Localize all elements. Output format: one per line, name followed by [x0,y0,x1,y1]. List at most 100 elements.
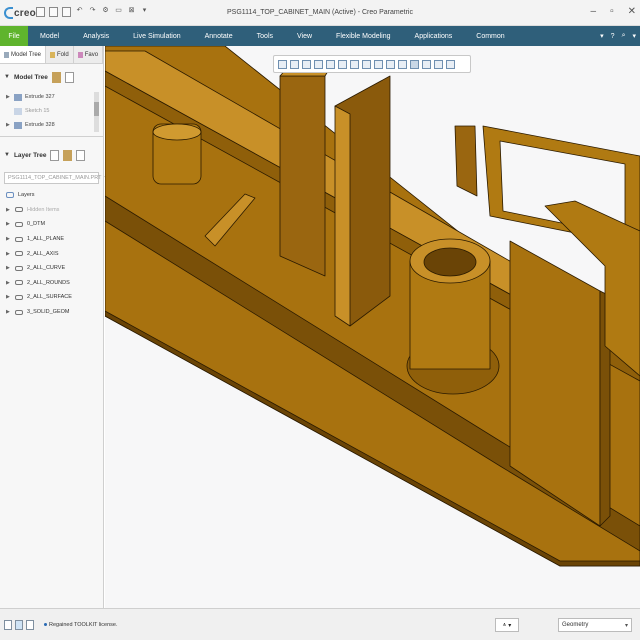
layer-icon [15,280,23,286]
regenerate-view-icon[interactable] [446,59,455,69]
model-tree-list: ▶ Extrude 327 Sketch 15 ▶ Extrude 328 [0,90,103,136]
tab-flexible-modeling[interactable]: Flexible Modeling [324,26,402,46]
layer-item[interactable]: ▶ Hidden Items [0,203,103,218]
layer-show-icon[interactable] [76,149,86,161]
full-screen-icon[interactable] [26,620,34,630]
datum-display-icon[interactable] [386,59,395,69]
layer-item[interactable]: ▶ 0_DTM [0,217,103,232]
maximize-icon[interactable]: ▫ [610,6,614,17]
tab-file[interactable]: File [0,26,28,46]
help-controls: ▾ ? ⌕ ▾ [600,26,636,46]
collapse-icon[interactable]: ▼ [4,152,10,158]
help-search-icon[interactable]: ⌕ [622,32,626,40]
saved-orientations-icon[interactable] [350,59,359,69]
navigator-panel: Model Tree Fold Favo ▼ Model Tree ▶ Extr… [0,46,107,608]
model-tree-header: ▼ Model Tree [0,64,103,90]
layers-root[interactable]: Layers [0,188,103,203]
collapse-icon[interactable]: ▼ [4,74,10,80]
window-controls: – ▫ ✕ [591,6,637,17]
layer-icon [15,309,23,315]
tab-live-simulation[interactable]: Live Simulation [121,26,192,46]
perspective-icon[interactable] [326,59,335,69]
layer-icon [15,294,23,300]
selection-filter-select[interactable]: Geometry ▾ [558,618,632,632]
layer-icon [15,236,23,242]
tree-item[interactable]: Sketch 15 [6,104,103,118]
layer-item[interactable]: ▶ 2_ALL_SURFACE [0,290,103,305]
cylinder-hole [423,247,477,277]
favorites-icon [77,51,83,58]
zoom-in-icon[interactable] [290,59,299,69]
window-title: PSG1114_TOP_CABINET_MAIN (Active) - Creo… [227,9,413,16]
layer-model-select[interactable]: PSG1114_TOP_CABINET_MAIN.PRT ▾ [4,172,107,184]
show-icon[interactable] [64,71,74,83]
layer-icon [15,251,23,257]
tab-folder-browser[interactable]: Fold [46,46,74,63]
tab-favorites[interactable]: Favo [74,46,104,63]
layer-item[interactable]: ▶ 1_ALL_PLANE [0,232,103,247]
section-icon[interactable] [374,59,383,69]
layer-icon [15,207,23,213]
wall-left [279,75,326,277]
sketch-icon [14,107,22,115]
extrude-icon [14,121,22,129]
model-tree-title: Model Tree [13,73,48,81]
tab-model-tree[interactable]: Model Tree [0,46,47,63]
tab-analysis[interactable]: Analysis [71,26,121,46]
tab-tools[interactable]: Tools [245,26,285,46]
tab-model[interactable]: Model [28,26,71,46]
navigator-tabs: Model Tree Fold Favo [0,46,104,64]
tree-item[interactable]: ▶ Extrude 327 [6,90,103,104]
view-manager-icon[interactable] [362,59,371,69]
annotation-display-icon[interactable] [398,59,407,69]
selection-icon: ⩚ [502,621,507,628]
chevron-down-icon: ▾ [624,622,628,629]
layer-tools-icon[interactable] [63,149,73,161]
model-tree-icon [4,51,9,58]
menu-more-icon[interactable]: ▾ [632,32,636,40]
repaint-icon[interactable] [314,59,323,69]
layer-item[interactable]: ▶ 2_ALL_AXIS [0,246,103,261]
status-bar: Regained TOOLKIT license. ⩚ ▾ Geometry ▾ [0,608,640,640]
creo-window: creo ↶ ↷ ⚙ ▭ ⊠ ▾ PSG1114_TOP_CABINET_MAI… [0,0,640,640]
browser-toggle-icon[interactable] [15,620,23,630]
tree-item[interactable]: ▶ Extrude 328 [6,118,103,132]
layer-icon [15,221,23,227]
tree-tools-icon[interactable] [51,71,61,83]
wall-middle-face [334,105,351,327]
pause-icon[interactable] [434,59,443,69]
model-viewport[interactable] [105,46,640,608]
layer-item[interactable]: ▶ 2_ALL_ROUNDS [0,276,103,291]
ribbon-collapse-icon[interactable]: ▾ [600,32,604,40]
tab-common[interactable]: Common [464,26,516,46]
layer-item[interactable]: ▶ 3_SOLID_GEOM [0,305,103,320]
display-style-icon[interactable] [338,59,347,69]
small-boss-top [152,123,202,141]
layer-icon [15,265,23,271]
ribbon-tabs: File Model Analysis Live Simulation Anno… [0,26,640,46]
graphics-window[interactable] [105,46,640,608]
zoom-out-icon[interactable] [302,59,311,69]
help-icon[interactable]: ? [611,33,615,40]
layer-tree-title: Layer Tree [13,151,47,159]
tab-applications[interactable]: Applications [403,26,465,46]
layer-tree-header: ▼ Layer Tree [0,142,103,168]
title-bar: creo ↶ ↷ ⚙ ▭ ⊠ ▾ PSG1114_TOP_CABINET_MAI… [0,0,640,26]
navigator-toggle-icon[interactable] [4,620,12,630]
layer-item[interactable]: ▶ 2_ALL_CURVE [0,261,103,276]
layers-icon [6,192,14,199]
close-window-icon[interactable]: ✕ [628,6,636,17]
tab-view[interactable]: View [285,26,324,46]
tab-annotate[interactable]: Annotate [193,26,245,46]
snap-clip [454,125,478,197]
extrude-icon [14,93,22,101]
folder-icon [50,51,56,58]
minimize-icon[interactable]: – [591,6,597,17]
selection-buffer-button[interactable]: ⩚ ▾ [495,618,519,632]
spin-center-icon[interactable] [410,59,419,69]
model-tree-scrollbar[interactable] [94,92,99,132]
refit-icon[interactable] [278,59,287,69]
layer-icon[interactable] [50,149,60,161]
appearance-icon[interactable] [422,59,431,69]
status-icons [4,620,34,630]
